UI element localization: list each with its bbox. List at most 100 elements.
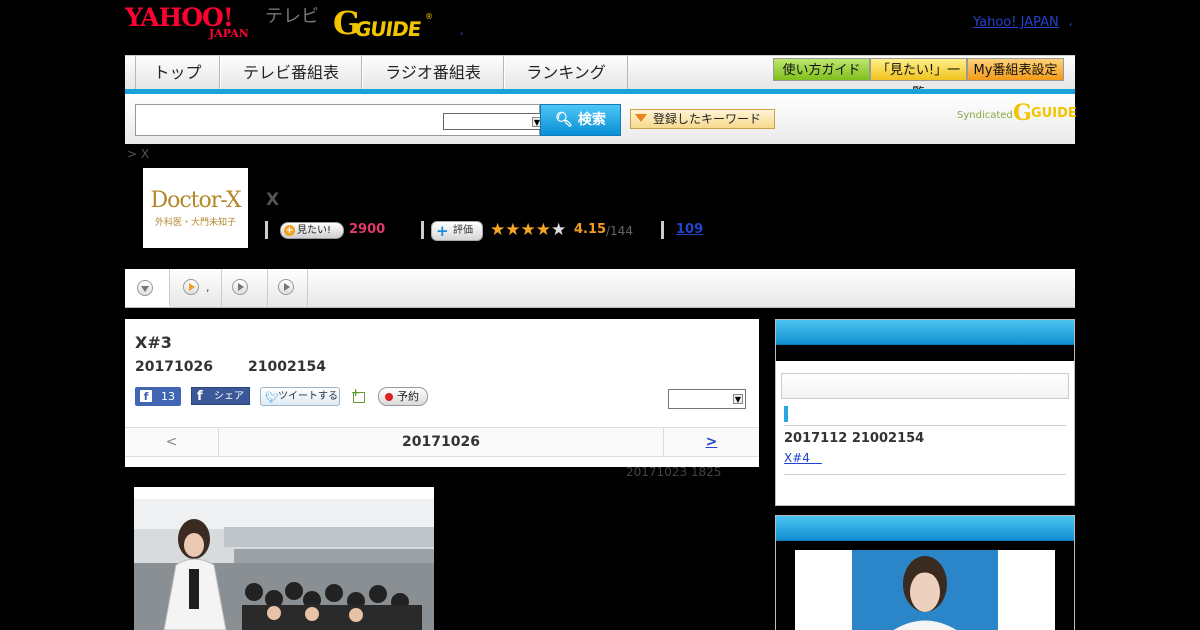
star-filled-icon: ★ (490, 220, 506, 240)
gguide-logo[interactable]: G GUIDE ® (333, 6, 433, 42)
pager-current-date: 20171026 (402, 434, 480, 450)
next-episode-link[interactable]: X#4 (784, 451, 822, 465)
episode-time: 21002154 (248, 359, 326, 375)
episode-panel: X#3 20171026 21002154 f 13 f シェア 🐦︎ ツイート… (125, 319, 759, 467)
tab-video[interactable] (170, 269, 222, 307)
rate-label: 評価 (453, 225, 473, 236)
plus-icon: + (284, 225, 295, 236)
yahoo-japan-link[interactable]: Yahoo! JAPAN (973, 15, 1059, 31)
stat-divider (421, 221, 424, 239)
next-episode-datetime: 2017112 21002154 (784, 431, 925, 446)
nav-tab-tv-listings[interactable]: テレビ番組表 (220, 56, 362, 90)
section-marker (784, 406, 788, 422)
program-title: X (266, 190, 280, 210)
nav-tab-top[interactable]: トップ (135, 56, 220, 90)
facebook-like-button[interactable]: f 13 (135, 387, 181, 406)
facebook-share-button[interactable]: f シェア (191, 387, 250, 405)
breadcrumb: > X (127, 147, 150, 161)
tab-related[interactable] (268, 269, 308, 307)
plus-icon: + (351, 386, 361, 399)
thumbnail-subtitle: 外科医・大門未知子 (154, 218, 236, 228)
cast-box (775, 515, 1075, 630)
saved-keywords-label: 登録したキーワード (653, 112, 762, 126)
my-listings-settings-button[interactable]: My番組表設定 (967, 58, 1064, 81)
yahoo-logo-sub: JAPAN (209, 27, 249, 40)
triangle-down-icon (635, 114, 647, 122)
episode-photo (134, 487, 434, 630)
header-separator: , (460, 24, 464, 37)
search-input[interactable]: ▼ (135, 104, 545, 136)
tab-info[interactable] (222, 269, 268, 307)
tweet-button[interactable]: 🐦︎ ツイートする (260, 387, 340, 406)
nav-tab-radio-listings[interactable]: ラジオ番組表 (362, 56, 504, 90)
page: YAHOO! JAPAN テレビ G GUIDE ® , Yahoo! JAPA… (0, 0, 1200, 630)
review-count-link[interactable]: 109 (676, 222, 703, 238)
tab-separator: , (206, 281, 210, 294)
program-thumbnail: Doctor-X 外科医・大門未知子 (143, 168, 248, 248)
search-button[interactable]: 🔍︎ 検索 (540, 104, 621, 136)
episode-photo-image (134, 487, 434, 630)
rating-value: 4.15 (574, 222, 607, 237)
usage-guide-button[interactable]: 使い方ガイド (773, 58, 870, 81)
yahoo-japan-logo[interactable]: YAHOO! JAPAN (125, 4, 265, 42)
next-episode-box-header (776, 320, 1074, 345)
twitter-bird-icon: 🐦︎ (265, 391, 279, 404)
tab-episode-list[interactable] (125, 269, 170, 307)
record-reserve-button[interactable]: 予約 (378, 387, 428, 406)
facebook-like-count: 13 (161, 390, 175, 403)
cast-box-header (776, 516, 1074, 541)
syndicated-label: Syndicated (957, 110, 1013, 121)
registered-mark-icon: ® (425, 12, 433, 21)
pager-next-link[interactable]: > (663, 428, 759, 456)
rating-count: /144 (606, 224, 633, 238)
episode-date: 20171026 (135, 359, 213, 375)
search-icon: 🔍︎ (555, 112, 573, 128)
nav-tab-ranking[interactable]: ランキング (504, 56, 628, 90)
add-calendar-icon[interactable]: + (351, 386, 367, 404)
star-empty-icon: ★ (551, 220, 567, 240)
play-circle-icon (232, 279, 248, 295)
chevron-down-icon: ▼ (733, 394, 743, 404)
stat-divider (661, 221, 664, 239)
cast-portrait-image (852, 550, 998, 630)
tweet-label: ツイートする (278, 391, 338, 402)
search-button-label: 検索 (577, 112, 606, 128)
plus-icon: + (436, 222, 449, 240)
pager-prev-button[interactable]: < (125, 428, 219, 456)
main-nav: トップ テレビ番組表 ラジオ番組表 ランキング 使い方ガイド 「見たい!」一覧 … (125, 55, 1075, 101)
rating-stars: ★★★★★ (490, 220, 566, 240)
facebook-icon: f (197, 389, 203, 404)
program-tab-strip (125, 269, 1075, 308)
episode-select[interactable]: ▼ (668, 389, 746, 409)
thumbnail-title: Doctor-X (150, 188, 241, 213)
star-filled-icon: ★ (535, 220, 551, 240)
play-circle-icon (278, 279, 294, 295)
cast-portrait (852, 550, 998, 630)
syndicated-g-mark: G (1013, 100, 1032, 126)
search-category-select[interactable]: ▼ (443, 113, 545, 130)
record-dot-icon (385, 393, 393, 401)
divider (784, 474, 1066, 475)
episode-title: X#3 (135, 333, 172, 352)
want-to-watch-list-button[interactable]: 「見たい!」一覧 (870, 58, 967, 101)
next-episode-inner-panel (781, 373, 1069, 399)
saved-keywords-button[interactable]: 登録したキーワード (630, 109, 775, 129)
star-filled-icon: ★ (520, 220, 536, 240)
cast-image-area (795, 550, 1055, 630)
divider (784, 425, 1066, 426)
tv-label: テレビ (265, 6, 319, 27)
update-timestamp: 20171023 1825 (626, 465, 722, 479)
site-header: YAHOO! JAPAN テレビ G GUIDE ® , Yahoo! JAPA… (125, 0, 1075, 55)
record-reserve-label: 予約 (397, 390, 419, 403)
want-to-watch-count: 2900 (349, 222, 386, 237)
rate-button[interactable]: + 評価 (431, 221, 483, 241)
want-to-watch-button[interactable]: + 見たい! (280, 222, 344, 239)
stat-divider (265, 221, 268, 239)
date-pager: < 20171026 > (125, 427, 759, 457)
play-circle-icon (183, 279, 199, 295)
box-subheader (776, 345, 1074, 361)
chevron-down-circle-icon (137, 280, 153, 296)
header-separator-2: , (1069, 15, 1073, 28)
star-filled-icon: ★ (505, 220, 521, 240)
gguide-logo-text: GUIDE (353, 17, 423, 41)
